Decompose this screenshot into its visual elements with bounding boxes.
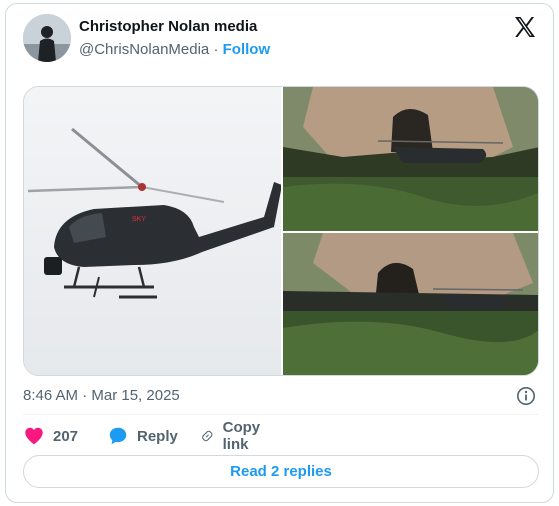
aircraft-livery-label: SKY — [132, 216, 146, 223]
author-handle[interactable]: @ChrisNolanMedia — [79, 41, 209, 58]
avatar[interactable] — [23, 14, 71, 62]
reply-button[interactable]: Reply — [107, 425, 178, 447]
tweet-embed-card: Christopher Nolan media @ChrisNolanMedia… — [5, 3, 554, 503]
heart-icon — [25, 427, 43, 445]
copy-link-button[interactable]: Copy link — [200, 419, 268, 453]
handle-row: @ChrisNolanMedia · Follow — [79, 41, 270, 58]
author-name[interactable]: Christopher Nolan media — [79, 18, 257, 35]
media-grid: SKY — [23, 86, 539, 376]
media-image-cliff-top[interactable] — [283, 87, 538, 231]
reply-bubble-icon — [109, 427, 127, 445]
x-logo-icon[interactable] — [513, 15, 537, 39]
separator: · — [213, 41, 219, 58]
link-icon — [202, 430, 213, 442]
avatar-photo — [23, 14, 71, 62]
media-image-cliff-bottom[interactable] — [283, 233, 538, 375]
like-count: 207 — [53, 427, 79, 445]
media-image-helicopter[interactable]: SKY — [24, 87, 281, 375]
timestamp-link[interactable]: 8:46 AM · Mar 15, 2025 — [23, 387, 180, 404]
copy-link-label: Copy link — [222, 419, 261, 453]
like-button[interactable]: 207 — [23, 425, 78, 447]
divider — [23, 414, 539, 415]
follow-button[interactable]: Follow — [223, 41, 271, 58]
reply-label: Reply — [137, 427, 178, 445]
read-replies-button[interactable]: Read 2 replies — [23, 455, 539, 488]
info-icon[interactable] — [516, 386, 536, 406]
